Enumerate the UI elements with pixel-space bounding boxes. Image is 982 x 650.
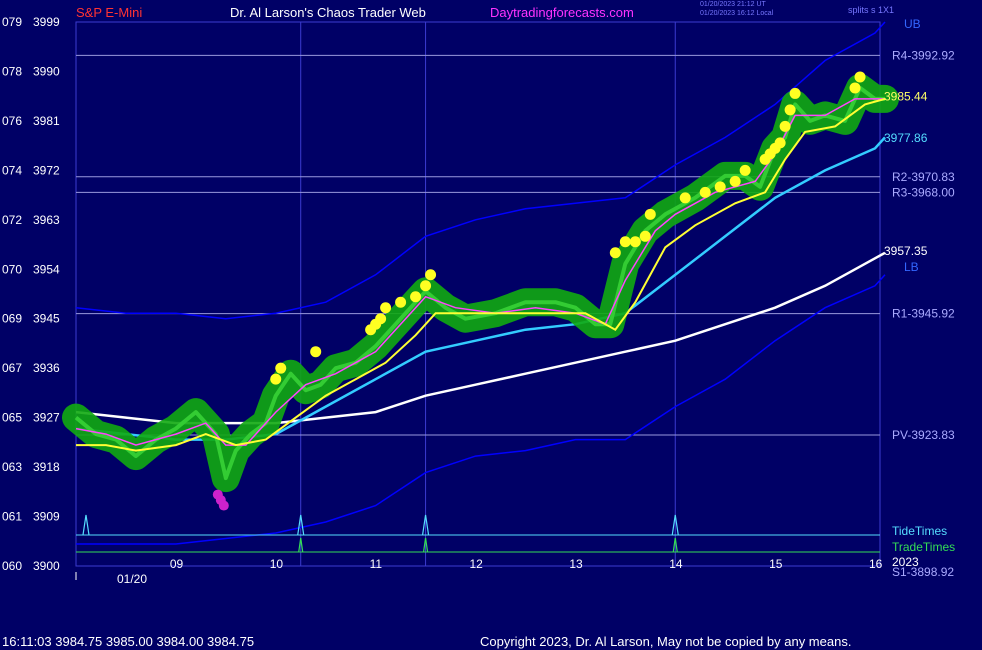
y-tick-value: 3981 (33, 114, 60, 128)
marker-up (714, 181, 726, 193)
tide-spike (82, 514, 90, 536)
time-markers: TideTimes TradeTimes (76, 514, 955, 554)
marker-up (380, 302, 392, 314)
marker-up (739, 164, 751, 176)
tide-times-label: TideTimes (892, 524, 947, 538)
marker-up (410, 291, 422, 303)
lower-band-label: LB (904, 260, 919, 274)
marker-down (218, 500, 229, 511)
y-tick-value: 3972 (33, 163, 60, 177)
y-tick-left: 065 (2, 411, 22, 425)
marker-up (639, 230, 651, 242)
level-label: R2-3970.83 (892, 170, 955, 184)
y-tick-left: 074 (2, 163, 22, 177)
marker-up (629, 236, 641, 248)
chart-canvas: R4-3992.92 R2-3970.83R3-3968.00 R1-3945.92… (2, 15, 955, 586)
copyright: Copyright 2023, Dr. Al Larson, May not b… (480, 634, 852, 649)
marker-up (854, 71, 866, 83)
marker-up (275, 362, 287, 374)
series-value-label: 3957.35 (884, 244, 928, 258)
marker-up (375, 313, 387, 325)
marker-up (729, 175, 741, 187)
y-tick-value: 3990 (33, 64, 60, 78)
y-tick-left: 063 (2, 460, 22, 474)
date-label: 01/20 (117, 572, 147, 586)
upper-band-label: UB (904, 17, 921, 31)
y-tick-value: 3918 (33, 460, 60, 474)
last-bar-readout: 16:11:03 3984.75 3985.00 3984.00 3984.75 (2, 634, 255, 649)
marker-up (644, 208, 656, 220)
marker-up (789, 87, 801, 99)
marker-up (395, 296, 407, 308)
marker-up (774, 137, 786, 149)
x-tick-label: 16 (869, 557, 883, 571)
timestamp-ut: 01/20/2023 21:12 UT (700, 1, 766, 8)
y-tick-left: 060 (2, 559, 22, 573)
x-tick-label: 15 (769, 557, 783, 571)
price-glow (62, 73, 899, 493)
y-tick-left: 078 (2, 64, 22, 78)
marker-up (270, 373, 282, 385)
marker-up (619, 236, 631, 248)
plot-frame (75, 21, 881, 567)
marker-up (679, 192, 691, 204)
site-link[interactable]: Daytradingforecasts.com (490, 5, 634, 20)
y-tick-left: 072 (2, 213, 22, 227)
series-value-label: 3985.44 (884, 90, 928, 104)
x-tick-label: 13 (569, 557, 583, 571)
y-tick-value: 3909 (33, 510, 60, 524)
y-tick-left: 070 (2, 262, 22, 276)
marker-up (609, 247, 621, 259)
x-tick-label: 11 (370, 557, 383, 571)
y-tick-value: 3945 (33, 312, 60, 326)
y-tick-left: 079 (2, 15, 22, 29)
y-tick-left: 067 (2, 361, 22, 375)
level-label: PV-3923.83 (892, 428, 955, 442)
year-label: 2023 (892, 555, 919, 569)
marker-up (784, 104, 796, 116)
x-tick-label: 14 (669, 557, 683, 571)
y-tick-value: 3954 (33, 262, 60, 276)
x-tick-label: 09 (170, 557, 184, 571)
marker-up (699, 186, 711, 198)
splits-label: splits s 1X1 (848, 5, 895, 15)
level-label: R3-3968.00 (892, 185, 955, 199)
y-tick-left: 069 (2, 312, 22, 326)
plot-background (75, 21, 881, 567)
x-tick-label: 12 (470, 557, 484, 571)
marker-up (310, 346, 322, 358)
level-label: R4-3992.92 (892, 48, 955, 62)
y-tick-value: 3999 (33, 15, 60, 29)
y-tick-left: 076 (2, 114, 22, 128)
marker-up (849, 82, 861, 94)
series-value-label: 3977.86 (884, 131, 928, 145)
marker-up (779, 120, 791, 132)
timestamp-local: 01/20/2023 16:12 Local (700, 10, 774, 17)
y-tick-value: 3963 (33, 213, 60, 227)
x-tick-label: 10 (270, 557, 284, 571)
marker-up (425, 269, 437, 281)
chart-title: Dr. Al Larson's Chaos Trader Web (230, 5, 426, 20)
bands (75, 21, 886, 545)
price-glow-line (62, 73, 899, 493)
y-tick-value: 3936 (33, 361, 60, 375)
trade-times-label: TradeTimes (892, 540, 955, 554)
symbol-label: S&P E-Mini (76, 5, 143, 20)
y-tick-left: 061 (2, 510, 22, 524)
y-tick-value: 3927 (33, 411, 60, 425)
level-label: R1-3945.92 (892, 307, 955, 321)
y-tick-value: 3900 (33, 559, 60, 573)
pivot-avg-line (75, 251, 886, 425)
marker-up (420, 280, 432, 292)
